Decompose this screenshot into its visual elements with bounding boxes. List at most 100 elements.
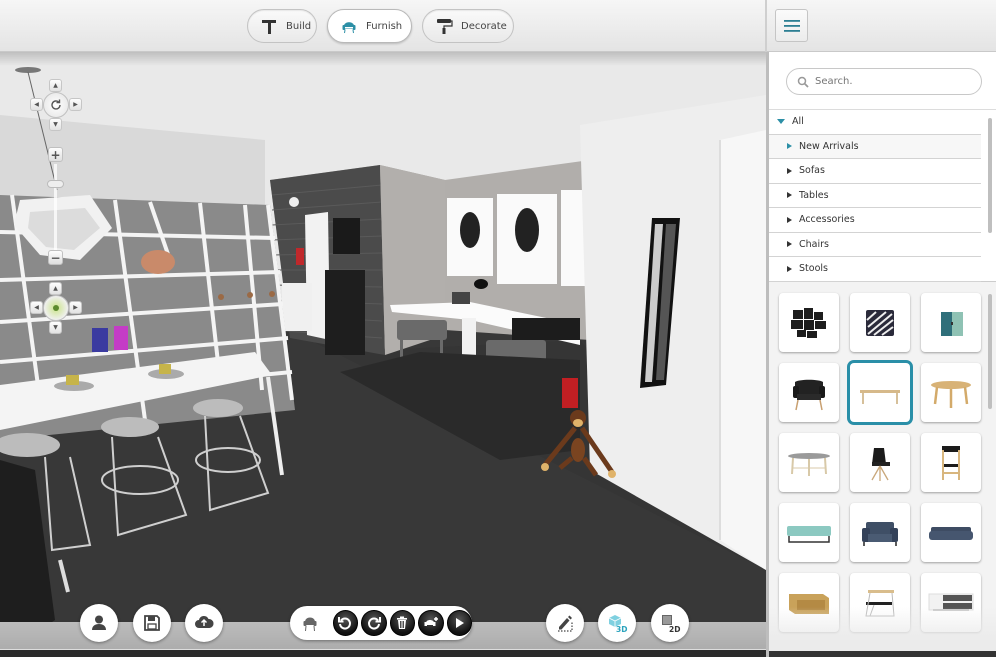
move-right-button[interactable]: ▶ [69,301,82,314]
armchair-thumbnail [793,379,825,410]
product-navy-armchair[interactable] [850,503,910,562]
product-navy-sofa[interactable] [921,503,981,562]
zoom-out-button[interactable]: − [48,250,63,265]
selected-furniture-indicator [298,611,322,635]
undo-icon [338,617,352,630]
draw-room-button[interactable] [546,604,584,642]
product-black-shell-chair[interactable] [850,433,910,492]
furnish-mode-button[interactable]: Furnish [327,9,412,43]
product-striped-cushion[interactable] [850,293,910,352]
category-label: All [792,116,804,128]
upload-button[interactable] [185,604,223,642]
toolbar-divider [765,0,767,52]
category-all[interactable]: All [769,110,981,135]
redo-icon [367,617,381,630]
dining-table-thumbnail [860,389,900,404]
rotate-down-button[interactable]: ▼ [49,118,62,131]
shell-chair-thumbnail [871,447,890,481]
redo-button[interactable] [361,610,387,636]
view-2d-button[interactable]: 2D [651,604,689,642]
category-sofas[interactable]: Sofas [769,159,981,184]
product-wire-lounge-chair[interactable] [850,573,910,632]
category-label: New Arrivals [799,140,859,152]
profile-button[interactable] [80,604,118,642]
product-grid-section [769,282,996,657]
category-label: Sofas [799,165,825,177]
cushion-thumbnail [866,309,894,336]
save-icon [144,615,160,631]
product-grid [779,293,981,632]
collapsed-arrow-icon [787,192,792,199]
product-grid-scrollbar[interactable] [988,294,992,409]
undo-button[interactable] [332,610,358,636]
rotate-icon [51,99,61,110]
2d-label: 2D [669,625,680,634]
move-dot-icon [53,305,59,311]
play-walkthrough-button[interactable] [446,610,472,636]
zoom-slider-track[interactable] [54,164,57,250]
move-center-button[interactable] [43,295,69,321]
add-furniture-button[interactable] [418,610,444,636]
delete-button[interactable] [389,610,415,636]
product-teal-wall-cabinet[interactable] [921,293,981,352]
tv [333,218,360,254]
menu-button[interactable] [775,9,808,42]
3d-label: 3D [616,625,627,634]
cabinet-thumbnail [941,311,963,336]
zoom-slider-handle[interactable] [47,180,64,188]
product-oak-folding-chair[interactable] [921,433,981,492]
product-grey-round-coffee-table[interactable] [779,433,839,492]
office-chair [397,320,447,340]
category-accessories[interactable]: Accessories [769,208,981,233]
sofa-thumbnail [929,526,973,540]
frame-cluster-thumbnail [791,307,826,338]
category-tables[interactable]: Tables [769,184,981,208]
expand-arrow-icon [777,119,785,125]
bench-thumbnail [787,525,831,543]
view-2d-icon: 2D [662,615,680,634]
collapsed-arrow-icon [787,216,792,223]
sideboard-thumbnail [928,593,974,611]
category-stools[interactable]: Stools [769,257,981,282]
edit-tools-bar [290,606,472,640]
category-label: Tables [799,189,829,201]
search-input[interactable] [815,76,965,87]
zoom-in-button[interactable]: + [48,147,63,162]
navy-armchair-thumbnail [862,521,898,546]
reset-rotation-button[interactable] [43,92,69,118]
category-label: Stools [799,263,828,275]
rotate-right-button[interactable]: ▶ [69,98,82,111]
rotate-up-button[interactable]: ▲ [49,79,62,92]
view-3d-button[interactable]: 3D [598,604,636,642]
collapsed-arrow-icon [787,143,792,150]
product-oak-box-shelf[interactable] [779,573,839,632]
move-left-button[interactable]: ◀ [30,301,43,314]
product-black-frame-cluster[interactable] [779,293,839,352]
product-round-oak-side-table[interactable] [921,363,981,422]
3d-viewport[interactable]: ▲ ◀ ▶ ▼ + − ▲ ◀ ▶ ▼ [0,0,766,657]
folding-chair-thumbnail [942,445,960,480]
collapsed-arrow-icon [787,265,792,272]
app-window: ▲ ◀ ▶ ▼ + − ▲ ◀ ▶ ▼ Build Furnish Decora… [0,0,996,657]
move-back-button[interactable]: ▼ [49,321,62,334]
product-mint-bench[interactable] [779,503,839,562]
move-forward-button[interactable]: ▲ [49,282,62,295]
category-new-arrivals[interactable]: New Arrivals [769,134,981,159]
decorate-mode-button[interactable]: Decorate [422,9,514,43]
category-chairs[interactable]: Chairs [769,233,981,257]
trash-icon [397,616,408,629]
rotate-left-button[interactable]: ◀ [30,98,43,111]
build-mode-button[interactable]: Build [247,9,317,43]
armchair-icon [342,22,356,34]
product-white-grey-sideboard[interactable] [921,573,981,632]
product-oak-dining-table[interactable] [850,363,910,422]
category-label: Chairs [799,238,829,250]
product-black-lounge-armchair[interactable] [779,363,839,422]
save-button[interactable] [133,604,171,642]
category-scrollbar[interactable] [988,118,992,233]
category-list: All New Arrivals Sofas Tables Accessorie… [769,110,996,282]
build-label: Build [286,20,312,32]
box-shelf-thumbnail [789,593,829,614]
search-field[interactable] [786,68,982,95]
search-section [769,52,996,110]
